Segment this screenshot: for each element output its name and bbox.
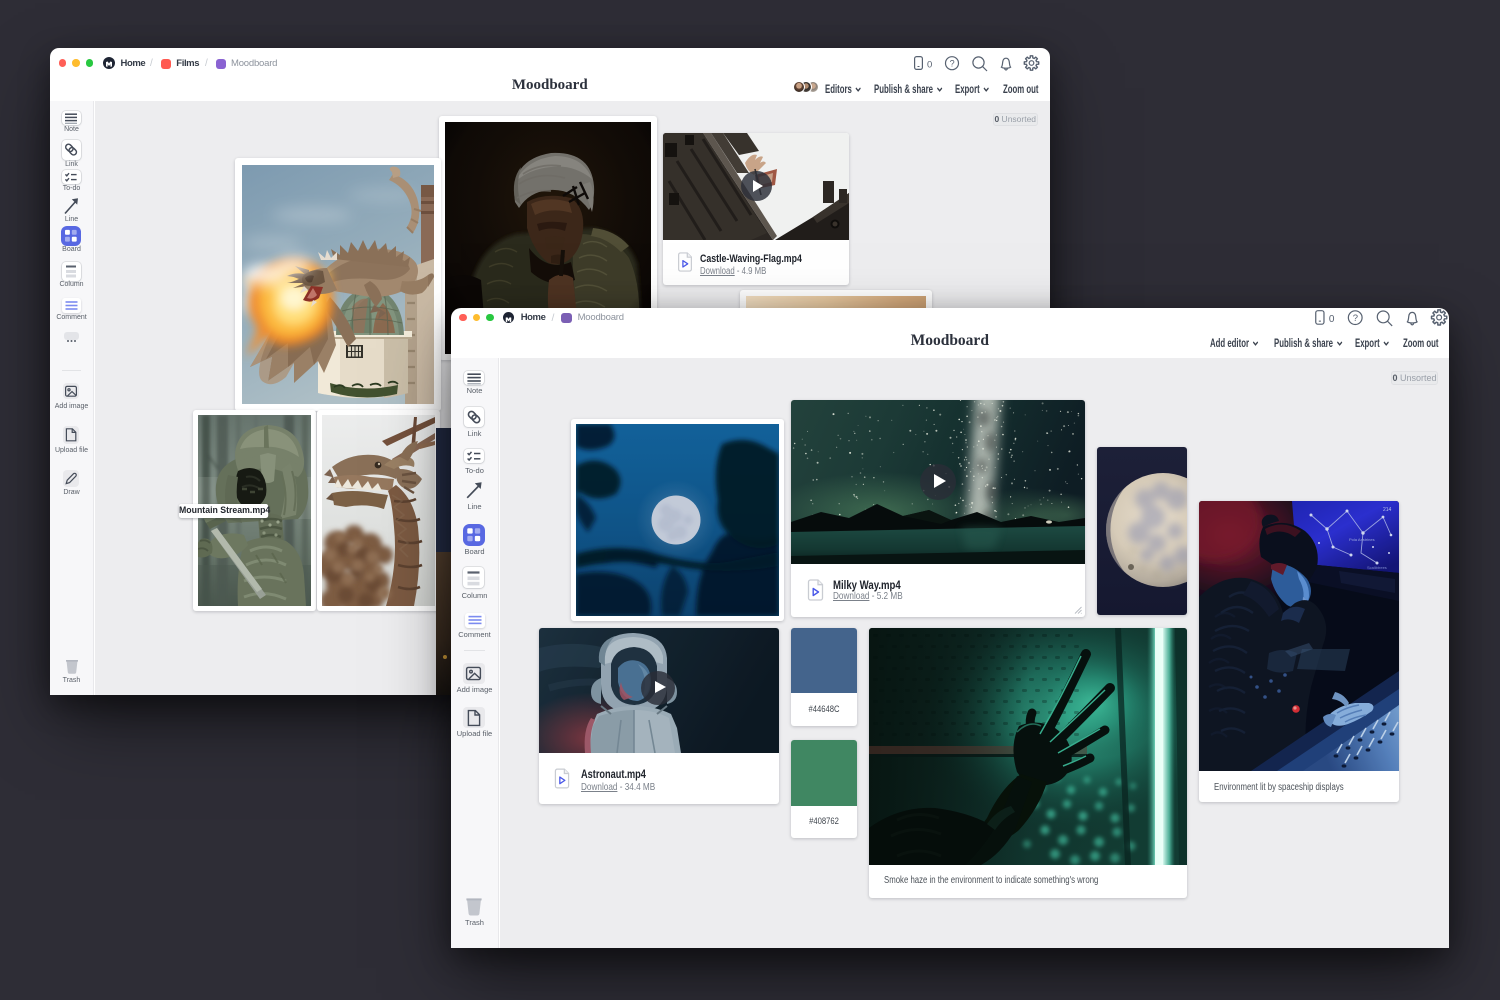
svg-text:?: ?	[950, 58, 955, 68]
svg-text:?: ?	[1353, 313, 1358, 324]
svg-text:0: 0	[927, 60, 932, 71]
svg-text:0: 0	[1329, 314, 1335, 325]
